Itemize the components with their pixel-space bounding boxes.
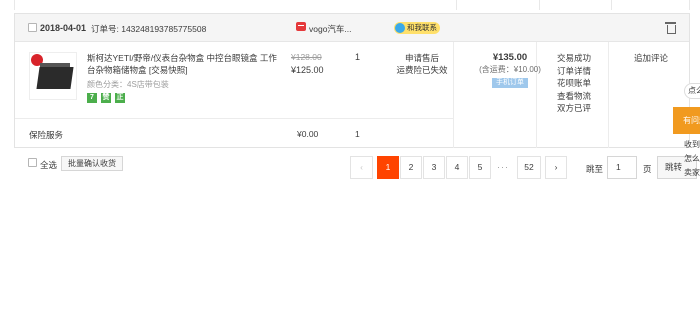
unit-price: ¥125.00 (291, 65, 324, 75)
quantity: 1 (355, 52, 361, 62)
both-reviewed-link[interactable]: 双方已评 (557, 102, 591, 115)
order-number: 订单号: 143248193785775508 (91, 24, 207, 34)
batch-confirm-receipt-button[interactable]: 批量确认收货 (61, 156, 123, 171)
prev-page-button[interactable]: ‹ (350, 156, 373, 179)
contact-label: 和我联系 (407, 23, 437, 32)
order-details-link[interactable]: 订单详情 (557, 65, 591, 78)
delete-order-trash-icon[interactable] (665, 22, 676, 34)
row-divider (15, 118, 453, 119)
jump-page-input[interactable]: 1 (607, 156, 637, 179)
page-1-button[interactable]: 1 (377, 156, 399, 179)
product-image-box (36, 67, 74, 89)
insurance-service-qty: 1 (355, 129, 360, 139)
contact-seller-button[interactable]: 和我联系 (394, 22, 440, 34)
shop-name-link[interactable]: vogo汽车... (309, 23, 352, 35)
page-3-button[interactable]: 3 (423, 156, 445, 179)
select-all-label[interactable]: 全选 (40, 159, 57, 171)
page-2-button[interactable]: 2 (400, 156, 422, 179)
pagination-ellipsis: ··· (497, 162, 509, 172)
help-line[interactable]: 怎么 (684, 153, 700, 164)
page-5-button[interactable]: 5 (469, 156, 491, 179)
guarantee-icon[interactable]: 赞 (101, 93, 111, 103)
order-total: ¥135.00 (含运费：¥10.00) 手机订单 (455, 52, 565, 88)
previous-order-edge (14, 0, 690, 10)
column-divider (453, 42, 454, 148)
original-price: ¥128.00 (291, 52, 322, 62)
page-unit-label: 页 (643, 164, 652, 174)
page-52-button[interactable]: 52 (517, 156, 541, 179)
trade-status: 交易成功 (557, 53, 592, 63)
seven-day-return-icon[interactable]: 7 (87, 93, 97, 103)
phone-order-badge: 手机订单 (492, 78, 528, 88)
select-all-checkbox[interactable] (28, 158, 37, 167)
genuine-icon[interactable]: 正 (115, 93, 125, 103)
product-variant: 颜色分类：4S店带包装 (87, 80, 169, 89)
order-card: 2018-04-01 订单号: 143248193785775508 vogo汽… (14, 13, 690, 148)
jump-to-label: 跳至 (586, 164, 604, 174)
help-line[interactable]: 卖家不 (684, 167, 700, 178)
chat-icon (395, 23, 405, 33)
order-date: 2018-04-01 (40, 23, 87, 33)
column-divider (608, 42, 609, 148)
column-divider (456, 0, 457, 10)
shipping-insurance-status: 运费险已失效 (396, 65, 448, 75)
after-sale-actions: 申请售后 运费险已失效 (391, 52, 453, 76)
order-header: 2018-04-01 订单号: 143248193785775508 vogo汽… (15, 14, 689, 42)
help-orange-button[interactable]: 有问题 (673, 107, 700, 134)
view-logistics-link[interactable]: 查看物流 (557, 90, 591, 103)
column-divider (539, 0, 540, 10)
order-checkbox[interactable] (28, 23, 37, 32)
huabei-bill-link[interactable]: 花呗账单 (557, 77, 591, 90)
order-status-links: 交易成功 订单详情 花呗账单 查看物流 双方已评 (557, 52, 591, 115)
shipping-fee-note: (含运费：¥10.00) (479, 65, 541, 74)
column-divider (611, 0, 612, 10)
next-page-button[interactable]: › (545, 156, 567, 179)
page-4-button[interactable]: 4 (446, 156, 468, 179)
add-review-link[interactable]: 追加评论 (634, 52, 668, 64)
product-title-link[interactable]: 斯柯达YETI/野帝/仪表台杂物盒 中控台眼镜盒 工作台杂物箱储物盒 [交易快照… (87, 52, 277, 76)
insurance-service-price: ¥0.00 (297, 129, 319, 139)
apply-after-sale-link[interactable]: 申请售后 (391, 52, 453, 64)
shop-icon (296, 22, 306, 31)
help-line[interactable]: 收到 (684, 139, 700, 150)
product-thumbnail[interactable] (29, 52, 77, 100)
total-amount: ¥135.00 (492, 52, 528, 63)
insurance-service-label: 保险服务 (29, 130, 64, 140)
help-bubble[interactable]: 点么 (684, 83, 700, 99)
